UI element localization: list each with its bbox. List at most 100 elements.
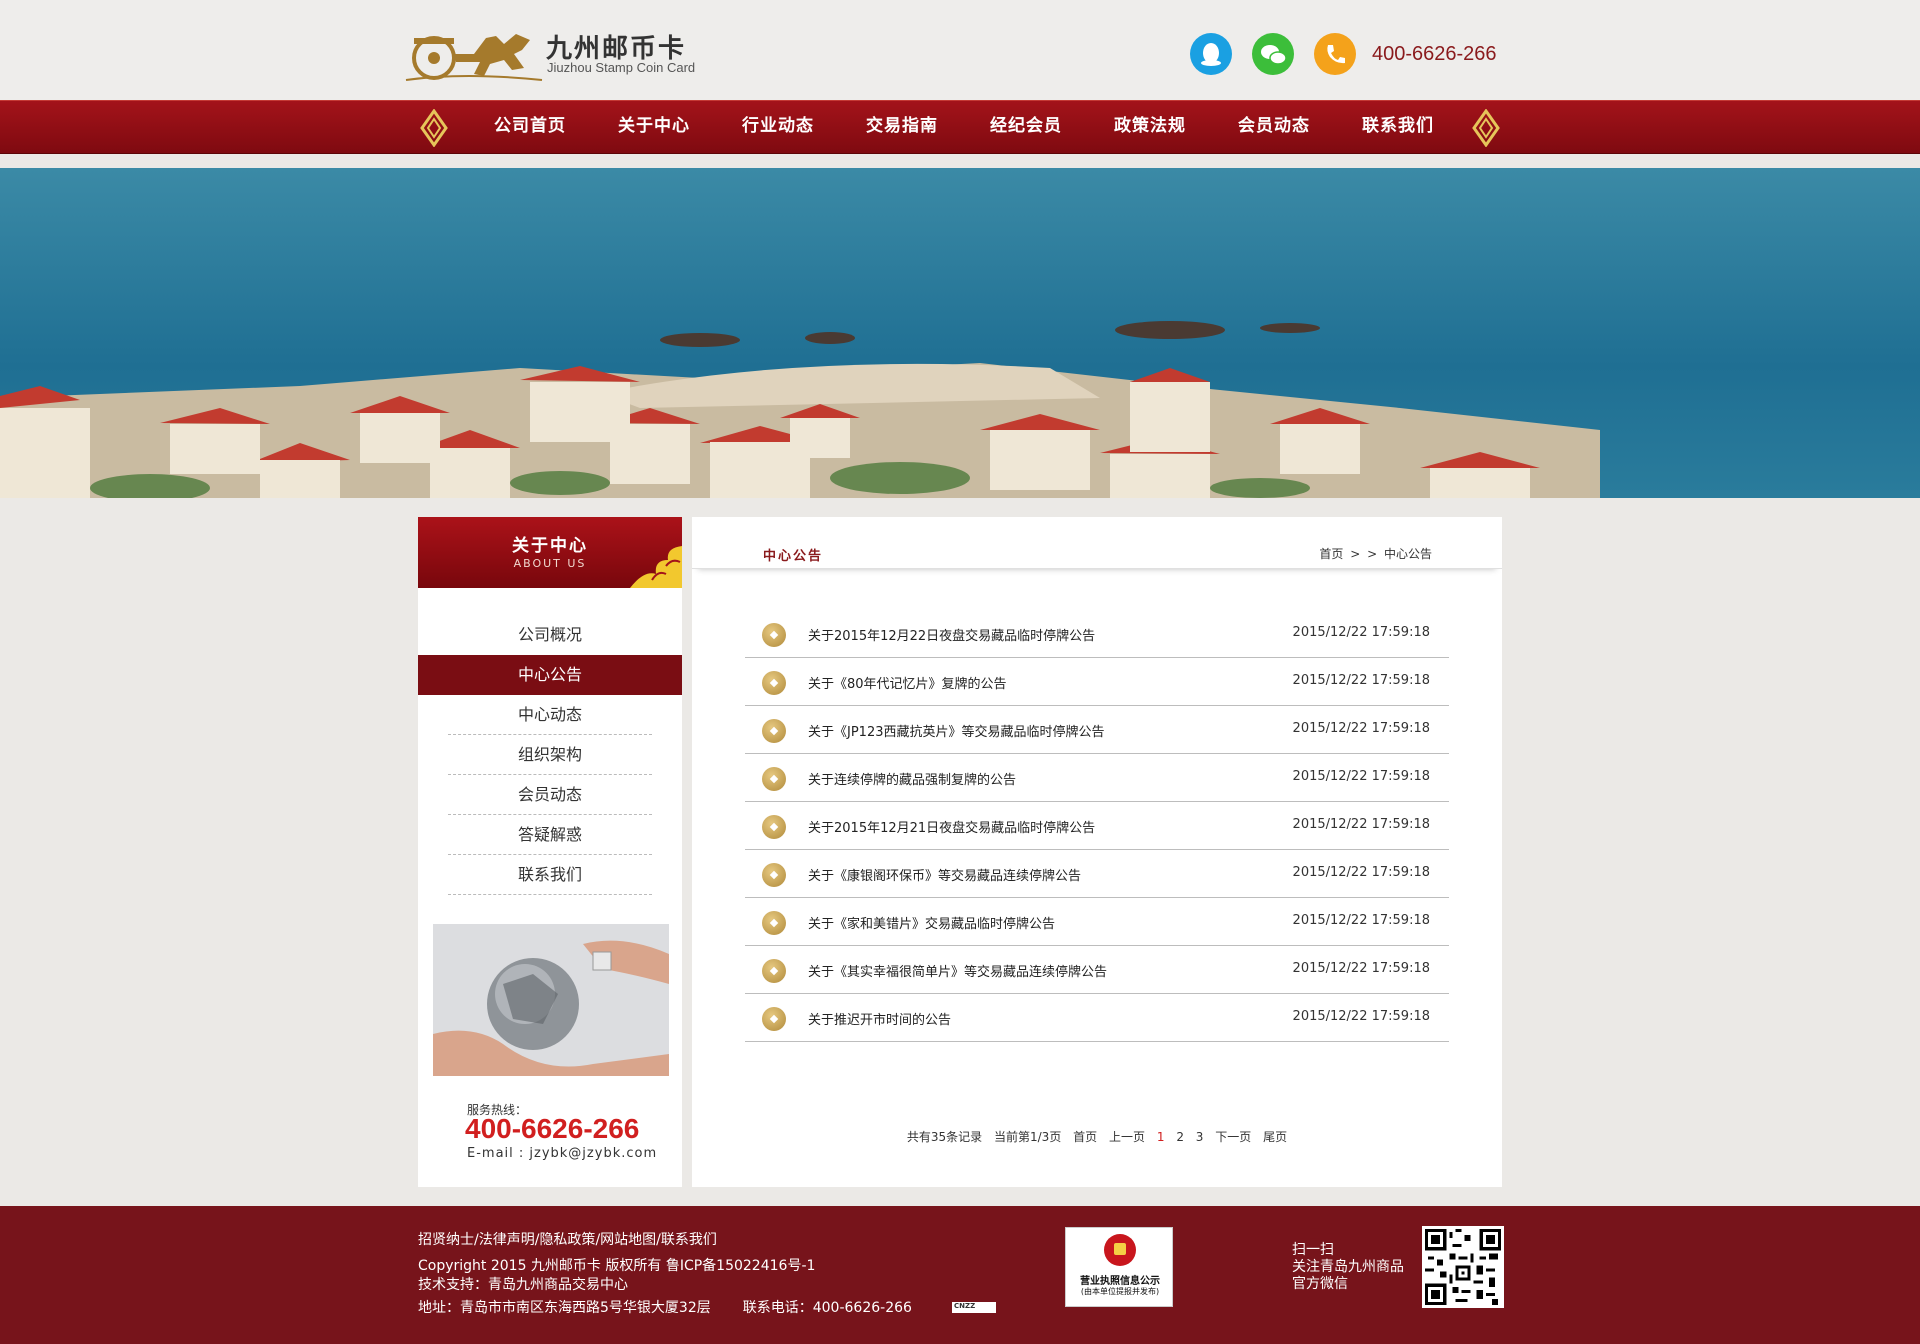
pager-current: 当前第1/3页 (994, 1130, 1062, 1144)
pager-page-1[interactable]: 1 (1157, 1130, 1165, 1144)
sidebar-item-contact[interactable]: 联系我们 (418, 855, 682, 895)
sidebar-item-member-news[interactable]: 会员动态 (418, 775, 682, 815)
sidebar-item-label: 会员动态 (517, 785, 582, 804)
news-title[interactable]: 关于连续停牌的藏品强制复牌的公告 (808, 769, 1016, 788)
footer-address-line: 地址：青岛市市南区东海西路5号华银大厦32层 联系电话：400-6626-266 (418, 1297, 912, 1317)
footer-links: 招贤纳士/法律声明/隐私政策/网站地图/联系我们 (418, 1229, 717, 1249)
coin-bullet-icon (762, 671, 786, 695)
national-emblem-icon (1104, 1234, 1136, 1266)
footer-link-sitemap[interactable]: 网站地图 (600, 1232, 656, 1248)
breadcrumb: 首页 > > 中心公告 (1316, 545, 1432, 562)
sidebar-item-company-overview[interactable]: 公司概况 (418, 615, 682, 655)
pager-page-3[interactable]: 3 (1196, 1130, 1204, 1144)
news-date: 2015/12/22 17:59:18 (1292, 913, 1430, 928)
license-subtitle: (由本单位提报并发布) (1080, 1287, 1160, 1296)
content-header: 中心公告 首页 > > 中心公告 (692, 517, 1502, 569)
nav-item-trading-guide[interactable]: 交易指南 (840, 101, 964, 155)
logo-english-name: Jiuzhou Stamp Coin Card (547, 60, 696, 75)
news-item[interactable]: 关于推迟开市时间的公告 2015/12/22 17:59:18 (745, 994, 1449, 1042)
news-list: 关于2015年12月22日夜盘交易藏品临时停牌公告 2015/12/22 17:5… (745, 610, 1449, 1042)
nav-item-home[interactable]: 公司首页 (468, 101, 592, 155)
news-item[interactable]: 关于连续停牌的藏品强制复牌的公告 2015/12/22 17:59:18 (745, 754, 1449, 802)
hotline-number: 400-6626-266 (465, 1113, 640, 1144)
sidebar-item-label: 组织架构 (517, 745, 582, 764)
phone-icon[interactable] (1314, 33, 1356, 75)
news-date: 2015/12/22 17:59:18 (1292, 673, 1430, 688)
news-date: 2015/12/22 17:59:18 (1292, 961, 1430, 976)
footer-address: 地址：青岛市市南区东海西路5号华银大厦32层 (418, 1300, 711, 1316)
news-title[interactable]: 关于2015年12月22日夜盘交易藏品临时停牌公告 (808, 625, 1095, 644)
news-title[interactable]: 关于《80年代记忆片》复牌的公告 (808, 673, 1007, 692)
news-title[interactable]: 关于《其实幸福很简单片》等交易藏品连续停牌公告 (808, 961, 1107, 980)
footer-tel: 联系电话：400-6626-266 (742, 1300, 912, 1316)
news-item[interactable]: 关于《康银阁环保币》等交易藏品连续停牌公告 2015/12/22 17:59:18 (745, 850, 1449, 898)
coin-bullet-icon (762, 815, 786, 839)
sidebar-item-faq[interactable]: 答疑解惑 (418, 815, 682, 855)
globe-puzzle-image (433, 924, 669, 1076)
coin-bullet-icon (762, 767, 786, 791)
nav-item-broker-members[interactable]: 经纪会员 (964, 101, 1088, 155)
news-item[interactable]: 关于《其实幸福很简单片》等交易藏品连续停牌公告 2015/12/22 17:59:… (745, 946, 1449, 994)
footer-support: 技术支持：青岛九州商品交易中心 (418, 1277, 628, 1293)
footer-link-jobs[interactable]: 招贤纳士 (418, 1232, 474, 1248)
news-item[interactable]: 关于《80年代记忆片》复牌的公告 2015/12/22 17:59:18 (745, 658, 1449, 706)
pager-next[interactable]: 下一页 (1215, 1130, 1251, 1144)
pagination: 共有35条记录 当前第1/3页 首页 上一页 1 2 3 下一页 尾页 (692, 1128, 1502, 1145)
knot-ornament-right-icon (1472, 109, 1500, 147)
news-title[interactable]: 关于《康银阁环保币》等交易藏品连续停牌公告 (808, 865, 1081, 884)
sidebar-menu: 公司概况 中心公告 中心动态 组织架构 会员动态 答疑解惑 联系我们 (418, 615, 682, 895)
pager-page-2[interactable]: 2 (1176, 1130, 1184, 1144)
news-item[interactable]: 关于2015年12月22日夜盘交易藏品临时停牌公告 2015/12/22 17:5… (745, 610, 1449, 658)
news-item[interactable]: 关于《家和美错片》交易藏品临时停牌公告 2015/12/22 17:59:18 (745, 898, 1449, 946)
sidebar-item-label: 中心动态 (517, 705, 582, 724)
breadcrumb-current: 中心公告 (1383, 547, 1432, 561)
news-date: 2015/12/22 17:59:18 (1292, 625, 1430, 640)
hero-banner-image (0, 168, 1920, 498)
nav-item-about[interactable]: 关于中心 (592, 101, 716, 155)
sidebar-header: 关于中心 ABOUT US (418, 517, 682, 588)
business-license-badge[interactable]: 营业执照信息公示 (由本单位提报并发布) (1065, 1227, 1173, 1307)
news-item[interactable]: 关于《JP123西藏抗英片》等交易藏品临时停牌公告 2015/12/22 17:5… (745, 706, 1449, 754)
coin-bullet-icon (762, 1007, 786, 1031)
coin-bullet-icon (762, 959, 786, 983)
pager-first[interactable]: 首页 (1073, 1130, 1097, 1144)
scan-line: 关注青岛九州商品 (1292, 1259, 1404, 1275)
wechat-qr-code (1422, 1226, 1504, 1308)
footer-link-legal[interactable]: 法律声明 (479, 1232, 535, 1248)
pager-total: 共有35条记录 (906, 1130, 983, 1144)
breadcrumb-separator: > (1367, 547, 1378, 561)
coin-bullet-icon (762, 863, 786, 887)
sidebar-item-organization[interactable]: 组织架构 (418, 735, 682, 775)
footer-link-contact[interactable]: 联系我们 (661, 1232, 717, 1248)
cnzz-stat-badge[interactable]: CNZZ (952, 1302, 996, 1313)
scan-line: 扫一扫 (1292, 1242, 1334, 1258)
news-title[interactable]: 关于《JP123西藏抗英片》等交易藏品临时停牌公告 (808, 721, 1105, 740)
news-title[interactable]: 关于推迟开市时间的公告 (808, 1009, 951, 1028)
breadcrumb-separator: > (1350, 547, 1361, 561)
chariot-logo-icon (405, 34, 543, 81)
news-item[interactable]: 关于2015年12月21日夜盘交易藏品临时停牌公告 2015/12/22 17:5… (745, 802, 1449, 850)
footer-link-privacy[interactable]: 隐私政策 (539, 1232, 595, 1248)
news-title[interactable]: 关于《家和美错片》交易藏品临时停牌公告 (808, 913, 1055, 932)
news-title[interactable]: 关于2015年12月21日夜盘交易藏品临时停牌公告 (808, 817, 1095, 836)
license-title: 营业执照信息公示 (1080, 1276, 1160, 1287)
logo[interactable]: 九州邮币卡 Jiuzhou Stamp Coin Card (404, 18, 704, 88)
wechat-icon[interactable] (1252, 33, 1294, 75)
cloud-ornament-icon (630, 546, 682, 588)
scan-line: 官方微信 (1292, 1276, 1348, 1292)
qq-icon[interactable] (1190, 33, 1232, 75)
nav-item-policies[interactable]: 政策法规 (1088, 101, 1212, 155)
knot-ornament-left-icon (420, 109, 448, 147)
nav-item-member-news[interactable]: 会员动态 (1212, 101, 1336, 155)
sidebar-item-announcements[interactable]: 中心公告 (418, 655, 682, 695)
breadcrumb-home-link[interactable]: 首页 (1319, 547, 1343, 561)
pager-prev[interactable]: 上一页 (1109, 1130, 1145, 1144)
sidebar-item-label: 中心公告 (517, 665, 582, 684)
nav-item-industry-news[interactable]: 行业动态 (716, 101, 840, 155)
header: 九州邮币卡 Jiuzhou Stamp Coin Card 400-6626-2… (0, 0, 1920, 100)
main-content: 中心公告 首页 > > 中心公告 关于2015年12月22日夜盘交易藏品临时停牌… (692, 517, 1502, 1187)
sidebar: 关于中心 ABOUT US 公司概况 中心公告 中心动态 组织架构 会员动态 答… (418, 517, 682, 1187)
sidebar-item-center-news[interactable]: 中心动态 (418, 695, 682, 735)
nav-item-contact[interactable]: 联系我们 (1336, 101, 1460, 155)
pager-last[interactable]: 尾页 (1263, 1130, 1287, 1144)
